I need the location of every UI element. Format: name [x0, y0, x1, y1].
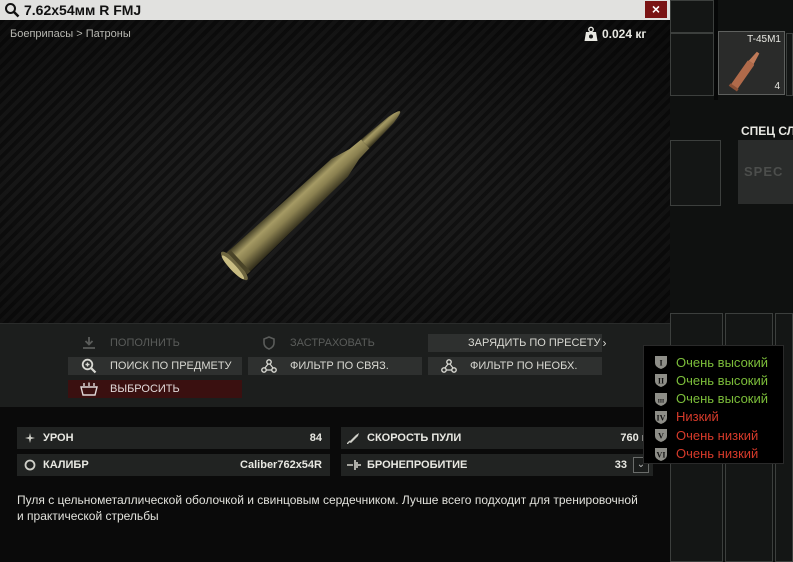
load-preset-button[interactable]: ЗАРЯДИТЬ ПО ПРЕСЕТУ ›	[428, 334, 606, 352]
penetration-icon	[347, 458, 361, 472]
stat-value: 33	[614, 459, 627, 471]
stat-value: 84	[309, 432, 322, 444]
inventory-cell[interactable]	[786, 33, 793, 96]
armor-class-row: VI Очень низкий	[653, 445, 758, 463]
insure-button[interactable]: ЗАСТРАХОВАТЬ	[248, 334, 422, 352]
armor-shield-icon: IV	[655, 410, 667, 424]
link-nodes-icon	[258, 357, 280, 375]
stat-penetration: БРОНЕПРОБИТИЕ 33 ⌄	[341, 454, 653, 476]
search-item-label: ПОИСК ПО ПРЕДМЕТУ	[110, 360, 232, 372]
inventory-cell[interactable]	[670, 33, 714, 96]
armor-class-row: IV Низкий	[653, 408, 719, 426]
stat-damage: УРОН 84	[17, 427, 330, 449]
refill-button[interactable]: ПОПОЛНИТЬ	[68, 334, 242, 352]
armor-shield-icon: II	[655, 374, 667, 388]
armor-shield-icon: VI	[655, 447, 667, 461]
window-title: 7.62x54мм R FMJ	[24, 2, 142, 18]
link-nodes-icon	[438, 357, 460, 375]
item-preview[interactable]: Боеприпасы > Патроны 0.024 кг	[0, 20, 670, 323]
armor-class-row: II Очень высокий	[653, 371, 768, 389]
stats-panel: УРОН 84 СКОРОСТЬ ПУЛИ 760 м/ КАЛИБР Cali…	[0, 407, 670, 562]
refill-label: ПОПОЛНИТЬ	[110, 337, 180, 349]
special-slot[interactable]: SPEC	[738, 140, 793, 204]
armor-rating-label: Низкий	[676, 409, 719, 425]
armor-class-numeral: IV	[657, 413, 666, 422]
stat-caliber: КАЛИБР Caliber762x54R	[17, 454, 330, 476]
stat-label: УРОН	[43, 432, 74, 444]
filter-related-button[interactable]: ФИЛЬТР ПО СВЯЗ.	[248, 357, 422, 375]
special-slot-logo: SPEC	[744, 164, 784, 179]
armor-shield-icon: I	[655, 356, 667, 369]
refill-icon	[78, 334, 100, 352]
weight-display: 0.024 кг	[584, 25, 646, 43]
filter-required-button[interactable]: ФИЛЬТР ПО НЕОБХ.	[428, 357, 602, 375]
search-icon	[5, 3, 20, 18]
filter-related-label: ФИЛЬТР ПО СВЯЗ.	[290, 360, 389, 372]
stat-label: БРОНЕПРОБИТИЕ	[367, 459, 468, 471]
stat-label: КАЛИБР	[43, 459, 89, 471]
item-name: T-45M1	[747, 34, 781, 45]
armor-class-numeral: III	[658, 398, 664, 404]
stat-bullet-speed: СКОРОСТЬ ПУЛИ 760 м/	[341, 427, 653, 449]
armor-shield-icon: III	[655, 392, 667, 406]
item-inspect-window: 7.62x54мм R FMJ × Боеприпасы > Патроны 0…	[0, 0, 670, 562]
armor-shield-icon: V	[655, 429, 667, 443]
item-description: Пуля с цельнометаллической оболочкой и с…	[17, 493, 638, 523]
inventory-item-slot[interactable]: T-45M1 4	[718, 31, 785, 95]
stat-value: Caliber762x54R	[240, 459, 322, 471]
weight-value: 0.024 кг	[602, 27, 647, 41]
shield-icon	[258, 334, 280, 352]
chevron-right-icon: ›	[602, 336, 607, 350]
armor-rating-label: Очень высокий	[676, 372, 769, 388]
armor-class-row: III Очень высокий	[653, 390, 768, 408]
armor-class-numeral: I	[659, 359, 662, 368]
armor-rating-label: Очень низкий	[676, 427, 759, 443]
insure-label: ЗАСТРАХОВАТЬ	[290, 337, 375, 349]
bullet-speed-icon	[347, 431, 361, 445]
inventory-cell[interactable]	[670, 0, 714, 33]
load-preset-label: ЗАРЯДИТЬ ПО ПРЕСЕТУ	[468, 337, 601, 349]
discard-label: ВЫБРОСИТЬ	[110, 383, 180, 395]
cartridge-model-image	[220, 111, 401, 281]
zoom-search-icon	[78, 357, 100, 375]
inventory-cell[interactable]	[670, 140, 721, 206]
armor-effectiveness-tooltip: I Очень высокий II Очень высокий III Очень вы…	[643, 345, 784, 464]
section-title: СПЕЦ СЛ	[741, 124, 793, 138]
armor-class-numeral: VI	[657, 450, 666, 459]
discard-button[interactable]: ВЫБРОСИТЬ	[68, 380, 242, 398]
filter-required-label: ФИЛЬТР ПО НЕОБХ.	[470, 360, 578, 372]
armor-class-numeral: II	[658, 377, 664, 386]
armor-class-row: V Очень низкий	[653, 426, 758, 444]
discard-icon	[78, 380, 100, 398]
armor-rating-label: Очень высокий	[676, 354, 769, 370]
armor-rating-label: Очень низкий	[676, 446, 759, 461]
stat-label: СКОРОСТЬ ПУЛИ	[367, 432, 462, 444]
item-count: 4	[774, 81, 780, 92]
armor-rating-label: Очень высокий	[676, 391, 769, 407]
title-bar[interactable]: 7.62x54мм R FMJ ×	[0, 0, 670, 20]
breadcrumb: Боеприпасы > Патроны	[10, 28, 131, 40]
weight-icon	[584, 26, 598, 41]
action-bar: ПОПОЛНИТЬ ЗАСТРАХОВАТЬ ЗАРЯДИТЬ ПО ПРЕСЕ…	[0, 323, 670, 407]
caliber-icon	[23, 458, 37, 472]
search-item-button[interactable]: ПОИСК ПО ПРЕДМЕТУ	[68, 357, 242, 375]
close-button[interactable]: ×	[645, 1, 667, 18]
armor-class-numeral: V	[658, 432, 664, 441]
damage-icon	[23, 431, 37, 445]
armor-class-row: I Очень высокий	[653, 353, 768, 371]
